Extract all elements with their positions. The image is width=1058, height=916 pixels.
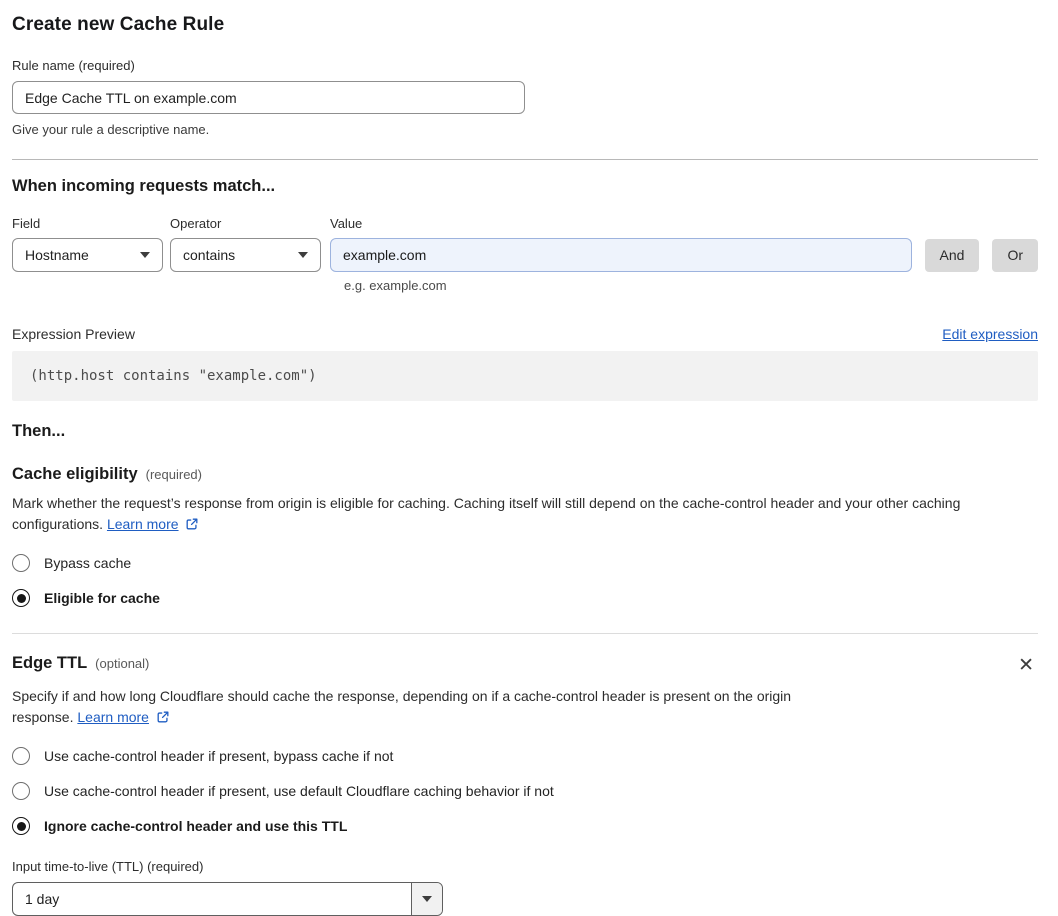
operator-label: Operator [170,216,222,231]
or-button[interactable]: Or [992,238,1038,272]
ttl-select[interactable]: 1 day [12,882,443,916]
section-divider [12,633,1038,634]
chevron-down-icon [422,896,432,902]
cache-eligibility-header: Cache eligibility (required) [12,465,1038,484]
ttl-input-label: Input time-to-live (TTL) (required) [12,859,204,874]
edge-ttl-learn-more-link[interactable]: Learn more [77,709,149,725]
field-select[interactable]: Hostname [12,238,163,272]
rule-name-helper: Give your rule a descriptive name. [12,122,210,137]
cache-eligibility-required-tag: (required) [145,467,202,482]
chevron-down-icon [140,252,150,258]
ttl-select-value: 1 day [25,891,60,907]
expression-row: Expression Preview Edit expression [12,326,1038,342]
external-link-icon [156,709,170,730]
radio-unselected-icon [12,747,30,765]
edit-expression-link[interactable]: Edit expression [942,326,1038,342]
radio-option-eligible-for-cache[interactable]: Eligible for cache [12,589,1038,607]
edge-ttl-title-group: Edge TTL (optional) [12,654,149,673]
match-controls-row: Hostname contains And Or [12,238,1038,272]
and-button[interactable]: And [924,238,980,272]
rule-name-input[interactable] [12,81,525,114]
radio-option-use-header-bypass[interactable]: Use cache-control header if present, byp… [12,747,1038,765]
ttl-select-arrow-button[interactable] [411,883,442,915]
operator-select[interactable]: contains [170,238,321,272]
then-heading: Then... [12,422,66,440]
radio-option-bypass-cache[interactable]: Bypass cache [12,554,1038,572]
page-title: Create new Cache Rule [12,14,225,35]
edge-ttl-optional-tag: (optional) [95,656,150,671]
cache-eligibility-title: Cache eligibility [12,465,138,483]
match-heading: When incoming requests match... [12,177,276,195]
radio-option-label: Ignore cache-control header and use this… [44,818,348,834]
radio-selected-icon [12,817,30,835]
value-helper: e.g. example.com [344,278,447,293]
section-divider [12,159,1038,160]
radio-option-ignore-header-use-ttl[interactable]: Ignore cache-control header and use this… [12,817,1038,835]
radio-option-label: Use cache-control header if present, byp… [44,748,394,764]
close-icon[interactable]: ✕ [1014,654,1038,677]
expression-code: (http.host contains "example.com") [12,351,1038,401]
operator-select-value: contains [183,247,236,263]
chevron-down-icon [298,252,308,258]
external-link-icon [185,516,199,537]
edge-ttl-header: Edge TTL (optional) ✕ [12,654,1038,677]
radio-selected-icon [12,589,30,607]
radio-unselected-icon [12,554,30,572]
value-label: Value [330,216,363,231]
rule-name-label: Rule name (required) [12,58,135,73]
field-select-value: Hostname [25,247,89,263]
cache-eligibility-description: Mark whether the request’s response from… [12,493,1020,537]
value-input[interactable] [330,238,912,272]
expression-preview-label: Expression Preview [12,326,135,342]
radio-unselected-icon [12,782,30,800]
field-label: Field [12,216,41,231]
create-cache-rule-form: Create new Cache Rule Rule name (require… [0,0,1058,916]
radio-option-label: Bypass cache [44,555,132,571]
radio-option-label: Use cache-control header if present, use… [44,783,554,799]
match-labels-row: Field Operator Value [12,216,1038,231]
radio-option-label: Eligible for cache [44,590,160,606]
cache-eligibility-learn-more-link[interactable]: Learn more [107,516,179,532]
edge-ttl-description: Specify if and how long Cloudflare shoul… [12,686,840,730]
edge-ttl-title: Edge TTL [12,654,88,672]
radio-option-use-header-default[interactable]: Use cache-control header if present, use… [12,782,1038,800]
